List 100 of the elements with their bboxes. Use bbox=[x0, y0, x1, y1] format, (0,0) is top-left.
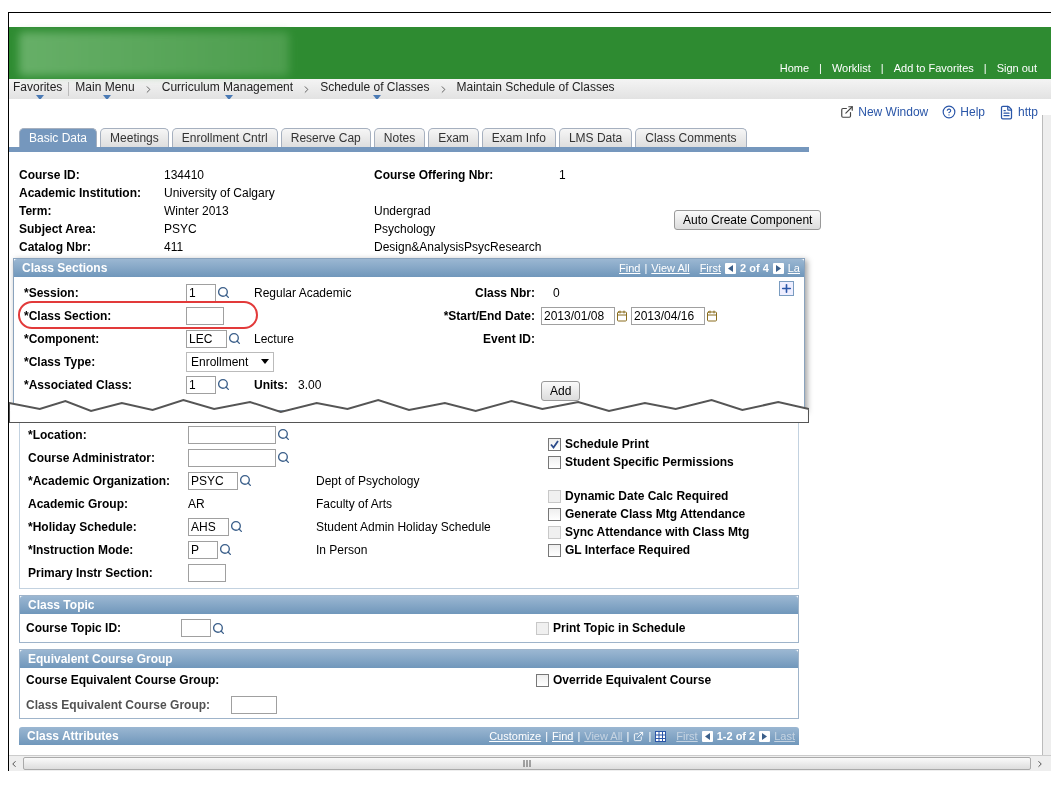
input-field[interactable] bbox=[231, 696, 277, 714]
input-field[interactable]: 1 bbox=[186, 375, 216, 394]
vertical-scrollbar[interactable] bbox=[1042, 115, 1051, 755]
row-counter: 1-2 of 2 bbox=[716, 730, 756, 742]
checkbox[interactable] bbox=[548, 455, 561, 469]
field-label: Class Equivalent Course Group: bbox=[26, 698, 212, 712]
search-icon[interactable] bbox=[228, 332, 241, 345]
checkbox-label[interactable]: Generate Class Mtg Attendance bbox=[548, 507, 790, 521]
add-button[interactable]: Add bbox=[541, 380, 581, 401]
search-icon[interactable] bbox=[219, 543, 232, 556]
field-label: *Instruction Mode: bbox=[28, 542, 135, 557]
search-icon[interactable] bbox=[277, 451, 290, 464]
grip-icon bbox=[523, 760, 531, 767]
search-icon[interactable] bbox=[217, 286, 230, 299]
search-icon[interactable] bbox=[239, 474, 252, 487]
field-label: Course ID: bbox=[19, 168, 81, 182]
breadcrumb-item[interactable]: Schedule of Classes bbox=[318, 79, 436, 99]
checkbox-label[interactable]: Student Specific Permissions bbox=[548, 455, 790, 469]
separator: | bbox=[983, 62, 987, 74]
breadcrumb-item[interactable]: Curriculum Management bbox=[159, 79, 300, 99]
tab[interactable]: Enrollment Cntrl bbox=[171, 128, 278, 147]
caret-icon bbox=[372, 95, 381, 99]
input-field[interactable]: 1 bbox=[186, 283, 216, 302]
checkbox-label[interactable]: Override Equivalent Course bbox=[536, 673, 792, 687]
breadcrumb-item[interactable]: Favorites bbox=[11, 79, 69, 99]
previous-icon[interactable] bbox=[701, 730, 713, 742]
input-field[interactable] bbox=[188, 448, 276, 467]
tab[interactable]: Reserve Cap bbox=[280, 128, 371, 147]
tab[interactable]: Meetings bbox=[100, 128, 169, 147]
input-field[interactable]: PSYC bbox=[188, 471, 238, 490]
date-field[interactable]: 2013/04/16 bbox=[631, 306, 705, 325]
input-field[interactable]: AHS bbox=[188, 517, 229, 536]
search-icon[interactable] bbox=[277, 428, 290, 441]
scroll-right-icon[interactable] bbox=[1035, 758, 1045, 769]
input-field[interactable] bbox=[186, 306, 224, 325]
class-type-select[interactable]: Enrollment bbox=[186, 351, 274, 372]
previous-icon[interactable] bbox=[725, 262, 736, 274]
checkbox[interactable] bbox=[548, 437, 561, 451]
search-icon[interactable] bbox=[230, 520, 243, 533]
panel-title: Class Sections bbox=[22, 261, 108, 275]
field-label: Academic Group: bbox=[28, 496, 130, 511]
header-link[interactable]: Home bbox=[769, 62, 820, 74]
field-value: University of Calgary bbox=[164, 186, 276, 200]
separator: | bbox=[644, 262, 648, 274]
tab[interactable]: Class Comments bbox=[635, 128, 747, 147]
date-field[interactable]: 2013/01/08 bbox=[541, 306, 615, 325]
separator: | bbox=[880, 62, 884, 74]
tab[interactable]: Exam bbox=[428, 128, 479, 147]
search-icon[interactable] bbox=[212, 621, 225, 635]
field-label: Class Nbr: bbox=[474, 285, 536, 300]
separator: | bbox=[819, 62, 822, 74]
grid-icon[interactable] bbox=[655, 730, 667, 742]
input-field[interactable] bbox=[188, 563, 226, 582]
tab[interactable]: LMS Data bbox=[558, 128, 633, 147]
next-icon[interactable] bbox=[759, 730, 771, 742]
new-window-icon[interactable] bbox=[633, 730, 645, 742]
scroll-left-icon[interactable] bbox=[9, 758, 19, 769]
input-field[interactable]: LEC bbox=[186, 329, 227, 348]
input-field[interactable] bbox=[181, 619, 211, 637]
field-value: Winter 2013 bbox=[164, 204, 230, 218]
field-label: *Academic Organization: bbox=[28, 473, 172, 488]
field-value: 411 bbox=[164, 240, 185, 254]
caret-icon bbox=[225, 95, 234, 99]
toolbar-link[interactable]: http bbox=[999, 104, 1038, 120]
field-value: AR bbox=[188, 496, 205, 511]
field-value: 134410 bbox=[164, 168, 206, 182]
field-description: Dept of Psychology bbox=[316, 473, 421, 488]
scrollbar-thumb[interactable] bbox=[23, 757, 1031, 770]
field-label: Subject Area: bbox=[19, 222, 97, 236]
search-icon[interactable] bbox=[217, 378, 230, 391]
input-field[interactable] bbox=[188, 425, 276, 444]
tab[interactable]: Notes bbox=[373, 128, 426, 147]
input-field[interactable]: P bbox=[188, 540, 218, 559]
auto-create-component-button[interactable]: Auto Create Component bbox=[674, 210, 822, 230]
header-link[interactable]: Add to Favorites bbox=[883, 62, 984, 74]
header-link[interactable]: Worklist bbox=[821, 62, 881, 74]
field-description: Faculty of Arts bbox=[316, 496, 394, 511]
separator: | bbox=[545, 730, 548, 742]
calendar-icon[interactable] bbox=[706, 309, 718, 322]
checkbox-label[interactable]: Schedule Print bbox=[548, 437, 790, 451]
field-label: Academic Institution: bbox=[19, 186, 142, 200]
breadcrumb-item[interactable]: Main Menu bbox=[73, 79, 141, 99]
breadcrumb-item[interactable]: Maintain Schedule of Classes bbox=[454, 79, 621, 99]
checkbox[interactable] bbox=[548, 507, 561, 521]
toolbar-link[interactable]: New Window bbox=[840, 105, 929, 119]
checkbox[interactable] bbox=[536, 673, 549, 687]
field-label: *Component: bbox=[24, 331, 101, 346]
caret-icon bbox=[261, 359, 269, 364]
panel-title: Class Topic bbox=[28, 598, 95, 612]
field-label: *Session: bbox=[24, 285, 80, 300]
next-icon[interactable] bbox=[772, 262, 784, 274]
add-row-icon[interactable] bbox=[779, 281, 794, 296]
checkbox[interactable] bbox=[548, 543, 561, 557]
horizontal-scrollbar[interactable] bbox=[9, 755, 1051, 771]
checkbox-label[interactable]: GL Interface Required bbox=[548, 543, 790, 557]
toolbar-link[interactable]: Help bbox=[942, 105, 985, 119]
tab[interactable]: Exam Info bbox=[481, 128, 556, 147]
calendar-icon[interactable] bbox=[616, 309, 628, 322]
header-link[interactable]: Sign out bbox=[986, 62, 1047, 74]
field-value: 3.00 bbox=[298, 377, 322, 392]
